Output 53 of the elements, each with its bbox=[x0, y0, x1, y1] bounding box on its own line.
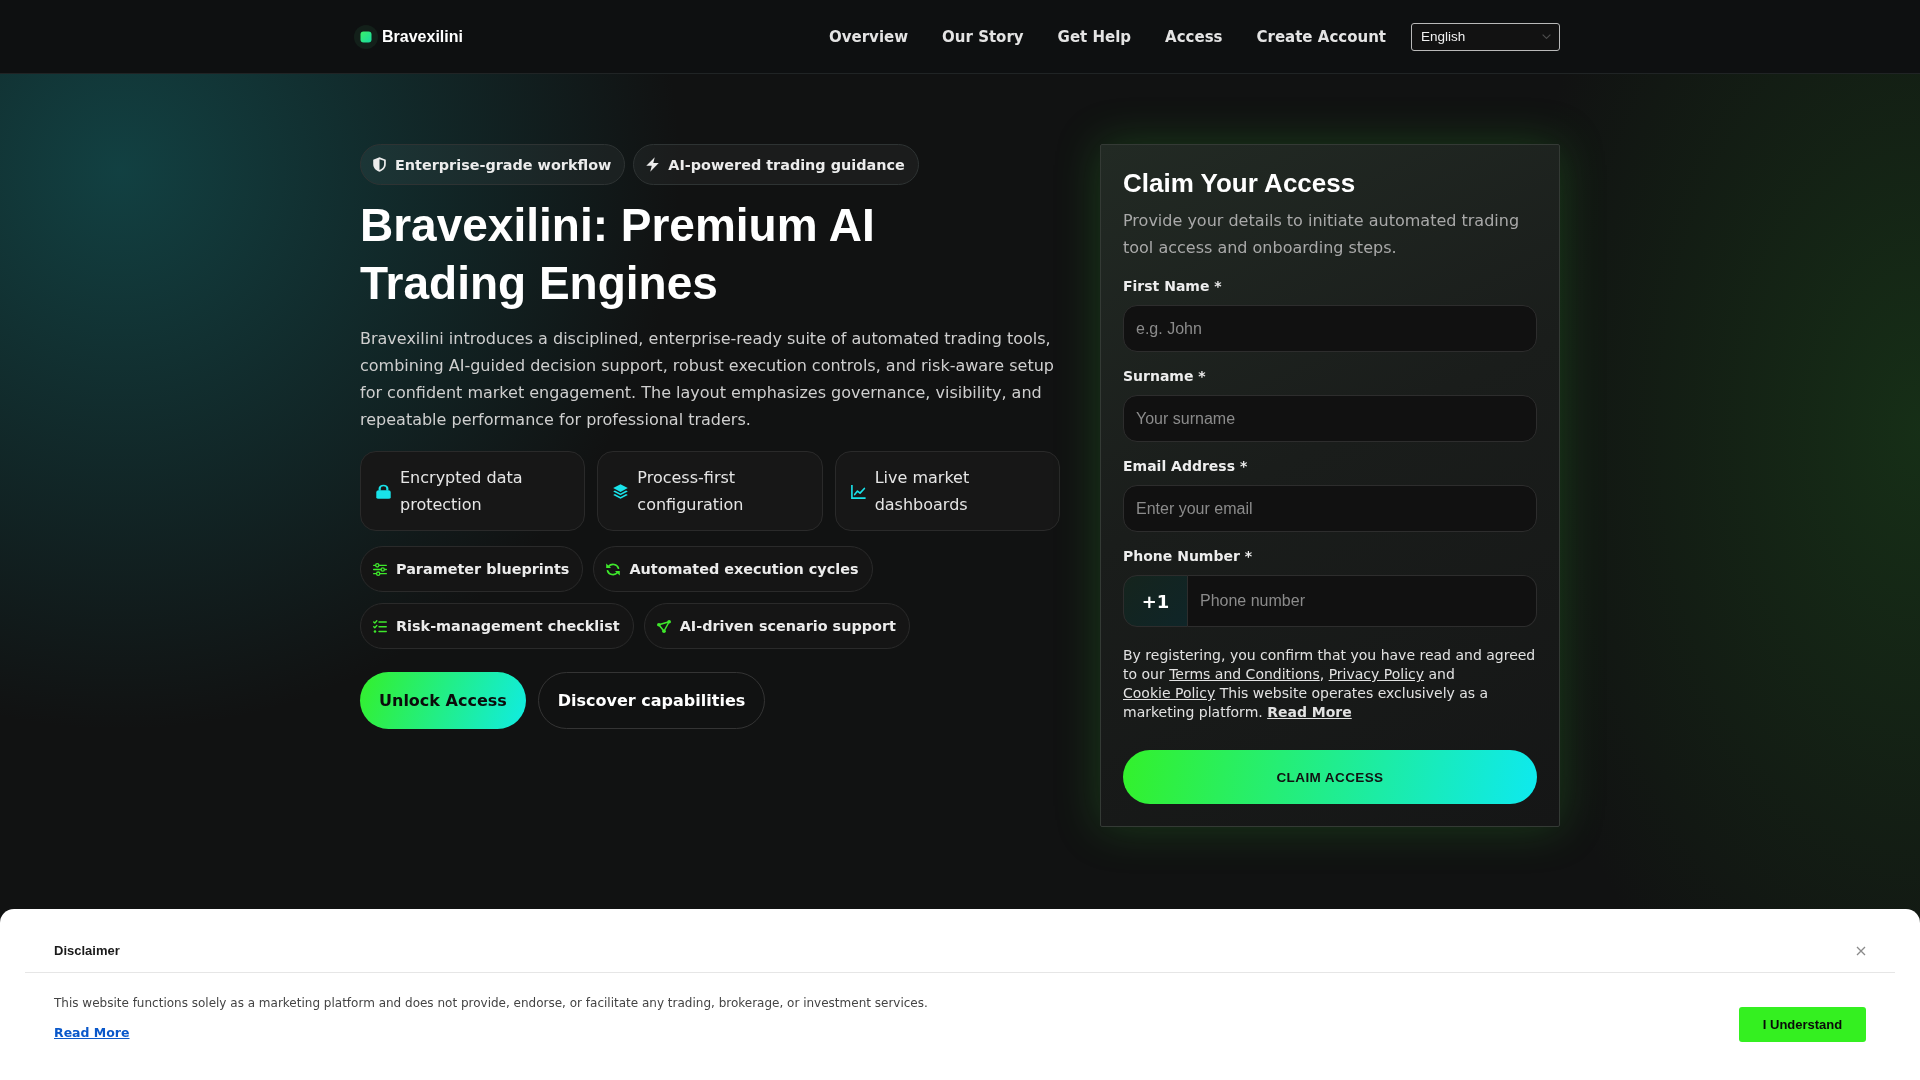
highlight-label: Parameter blueprints bbox=[396, 561, 570, 577]
hero-heading: Bravexilini: Premium AI Trading Engines bbox=[360, 198, 876, 311]
lightning-bolt-icon bbox=[646, 157, 660, 172]
close-icon bbox=[1856, 945, 1866, 956]
close-button[interactable] bbox=[1856, 945, 1866, 956]
refresh-icon bbox=[606, 562, 621, 576]
brand-name[interactable]: Bravexilini bbox=[382, 27, 463, 46]
field-label: First Name * bbox=[1123, 277, 1223, 296]
nodes-icon bbox=[656, 619, 671, 633]
disclaimer-text: This website functions solely as a marketing platform and does not provide, endorse, or facilitate any trading, brokerage, or investment services. bbox=[54, 995, 928, 1012]
layers-icon bbox=[613, 483, 629, 499]
form-title: Claim Your Access bbox=[1123, 167, 1357, 199]
country-code: +1 bbox=[1123, 575, 1188, 627]
primary-button[interactable]: Unlock Access bbox=[360, 672, 526, 729]
feature-label: Encrypted data protection bbox=[400, 467, 524, 516]
text-input[interactable]: Your surname bbox=[1123, 395, 1537, 442]
logo-icon bbox=[354, 24, 378, 49]
field-label: Phone Number * bbox=[1123, 547, 1254, 566]
nav-link[interactable]: Overview bbox=[829, 27, 909, 46]
language-select[interactable]: English bbox=[1411, 22, 1560, 51]
feature-label: Live market dashboards bbox=[874, 467, 971, 516]
line-chart-icon bbox=[850, 483, 866, 499]
pill-label: Enterprise-grade workflow bbox=[395, 156, 612, 173]
phone-input[interactable]: Phone number bbox=[1188, 575, 1537, 627]
nav-link[interactable]: Get Help bbox=[1057, 27, 1132, 46]
form-description: Provide your details to initiate automated trading tool access and onboarding steps. bbox=[1123, 210, 1521, 259]
feature-label: Process-first configuration bbox=[637, 467, 745, 516]
disclaimer-title: Disclaimer bbox=[54, 943, 120, 958]
chevron-down-icon bbox=[1542, 34, 1551, 39]
pill-label: AI-powered trading guidance bbox=[668, 156, 905, 173]
policy-link[interactable]: Cookie Policy bbox=[1123, 685, 1216, 701]
field-label: Surname * bbox=[1123, 367, 1207, 386]
lock-icon bbox=[376, 483, 391, 499]
text-input[interactable]: e.g. John bbox=[1123, 305, 1537, 352]
highlight-label: Automated execution cycles bbox=[629, 561, 859, 577]
shield-icon bbox=[373, 157, 386, 172]
hero-description: Bravexilini introduces a disciplined, enterprise-ready suite of automated trading tools, combining AI-guided decision support, robust execution controls, and risk-aware setup for confident market engagement. The layout emphasizes governance, visibility, and repeatable performance for professional traders. bbox=[360, 328, 1056, 431]
checklist-icon bbox=[373, 619, 387, 633]
submit-button[interactable]: CLAIM ACCESS bbox=[1123, 750, 1537, 804]
email-input[interactable]: Enter your email bbox=[1123, 485, 1537, 532]
read-more-link[interactable]: Read More bbox=[1267, 704, 1352, 720]
field-label: Email Address * bbox=[1123, 457, 1249, 476]
policy-link[interactable]: Terms and Conditions bbox=[1169, 666, 1320, 682]
highlight-label: AI-driven scenario support bbox=[679, 618, 896, 634]
nav-link[interactable]: Access bbox=[1165, 27, 1223, 46]
consent-text: By registering, you confirm that you have read and agreed to our Terms and Conditions, Privacy Policy and Cookie Policy This website operates exclusively as a marketing platform. Read More bbox=[1123, 646, 1537, 722]
sliders-icon bbox=[373, 562, 387, 576]
nav-link[interactable]: Create Account bbox=[1256, 27, 1386, 46]
read-more-link[interactable]: Read More bbox=[54, 1024, 130, 1042]
accept-button[interactable]: I Understand bbox=[1739, 1007, 1866, 1042]
highlight-label: Risk-management checklist bbox=[396, 618, 620, 634]
policy-link[interactable]: Privacy Policy bbox=[1328, 666, 1425, 682]
nav-link[interactable]: Our Story bbox=[942, 27, 1024, 46]
